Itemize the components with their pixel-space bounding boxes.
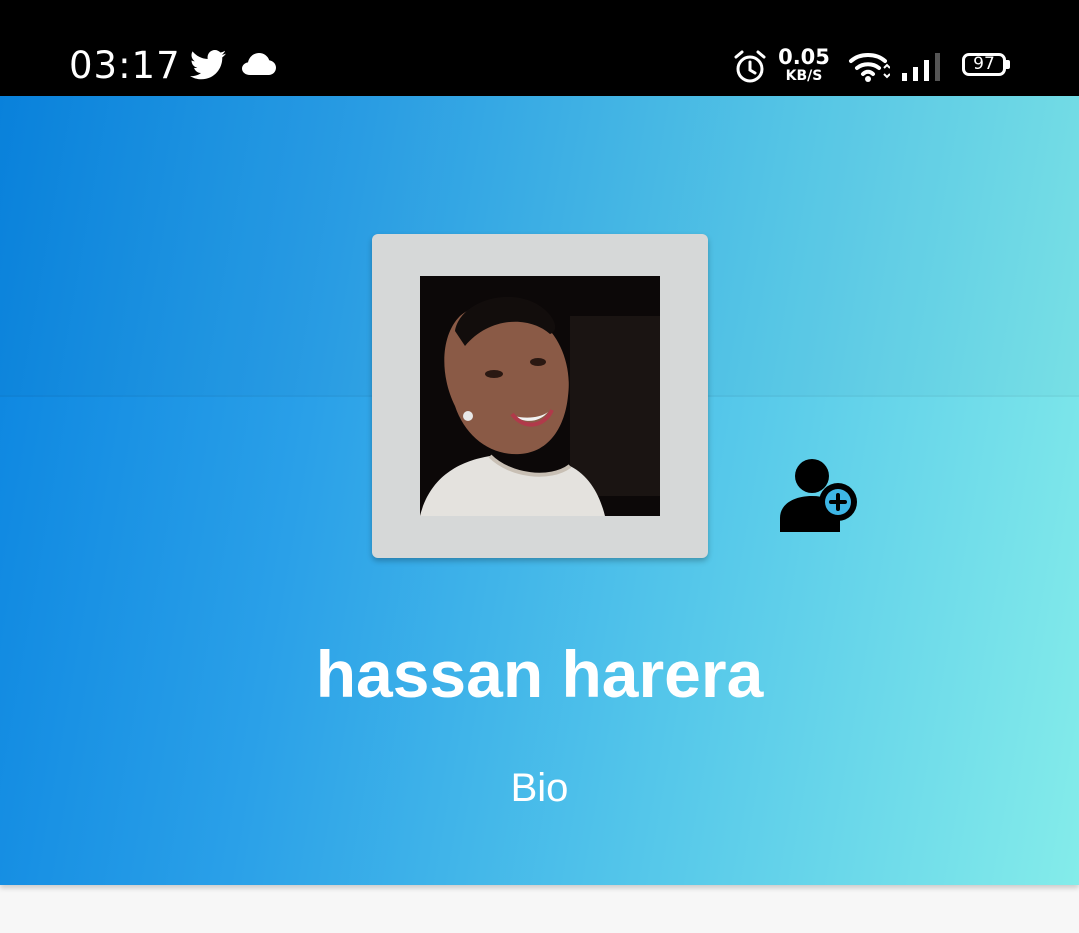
battery-icon: 97: [962, 53, 1006, 76]
status-time: 03:17: [69, 44, 181, 87]
network-speed-unit: KB/S: [785, 68, 823, 84]
profile-header: hassan harera Bio: [0, 96, 1079, 885]
twitter-icon: [190, 50, 226, 80]
network-speed-value: 0.05: [778, 45, 830, 69]
avatar-frame[interactable]: [372, 234, 708, 558]
status-bar: 03:17 0.05 KB/S 97: [0, 0, 1079, 96]
wifi-icon: [849, 53, 890, 82]
avatar-photo-graphic: [420, 276, 660, 516]
network-speed: 0.05 KB/S: [778, 46, 830, 84]
add-friend-icon[interactable]: [778, 456, 858, 532]
cloud-icon: [242, 53, 276, 75]
battery-tip: [1006, 60, 1010, 69]
profile-name: hassan harera: [315, 637, 764, 711]
alarm-icon: [734, 50, 766, 83]
signal-icon: [902, 53, 940, 81]
avatar[interactable]: [420, 276, 660, 516]
profile-bio[interactable]: Bio: [0, 764, 1079, 812]
